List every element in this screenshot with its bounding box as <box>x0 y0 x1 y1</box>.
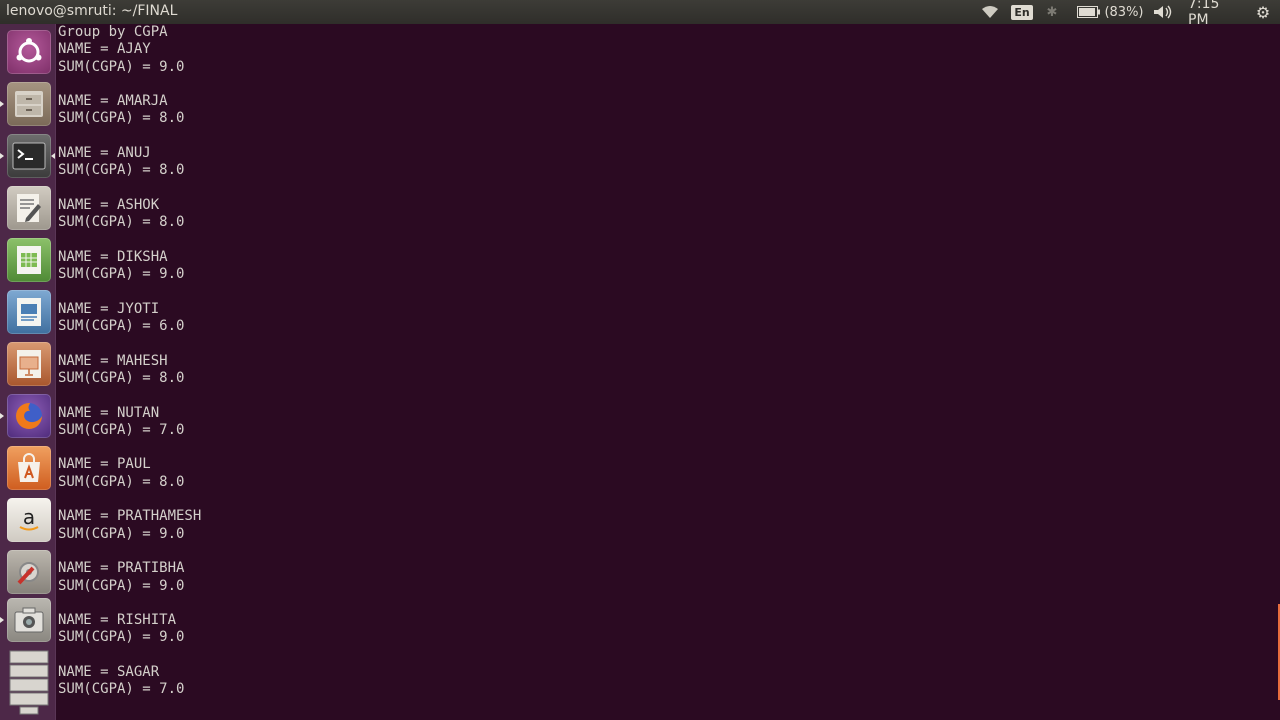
record-sum-line: SUM(CGPA) = 9.0 <box>58 58 185 75</box>
terminal-icon <box>12 142 46 170</box>
launcher-system-settings[interactable] <box>7 550 51 594</box>
top-panel: lenovo@smruti: ~/FINAL En ✱ (83%) 7:15 P… <box>0 0 1280 28</box>
record-name-line: NAME = ASHOK <box>58 196 160 213</box>
record-sum-line: SUM(CGPA) = 9.0 <box>58 577 185 594</box>
shopping-bag-icon <box>18 453 40 482</box>
terminal-output: Group by CGPA NAME = AJAY SUM(CGPA) = 9.0 N… <box>57 24 1280 699</box>
record-sum-line: SUM(CGPA) = 8.0 <box>58 473 185 490</box>
record-name-line: NAME = DIKSHA <box>58 248 168 265</box>
record-name-line: NAME = MAHESH <box>58 352 168 369</box>
svg-text:a: a <box>23 505 35 529</box>
launcher-amazon[interactable]: a <box>7 498 51 542</box>
record-name-line: NAME = NUTAN <box>58 404 160 421</box>
keyboard-layout-label: En <box>1011 4 1033 20</box>
launcher-software-center[interactable] <box>7 446 51 490</box>
launcher-files[interactable] <box>7 82 51 126</box>
running-indicator <box>0 413 4 419</box>
record-name-line: NAME = ANUJ <box>58 145 151 162</box>
launcher-text-editor[interactable] <box>7 186 51 230</box>
wifi-icon[interactable] <box>978 0 1002 24</box>
keyboard-layout-indicator[interactable]: En <box>1011 0 1033 24</box>
clock[interactable]: 7:15 PM <box>1188 0 1244 28</box>
record-sum-line: SUM(CGPA) = 8.0 <box>58 162 185 179</box>
record-name-line: NAME = PRATIBHA <box>58 560 185 577</box>
record-name-line: NAME = SAGAR <box>58 663 160 680</box>
record-sum-line: SUM(CGPA) = 9.0 <box>58 266 185 283</box>
camera-icon <box>14 607 44 633</box>
record-name-line: NAME = RISHITA <box>58 612 177 629</box>
record-sum-line: SUM(CGPA) = 8.0 <box>58 214 185 231</box>
record-sum-line: SUM(CGPA) = 7.0 <box>58 681 185 698</box>
battery-icon[interactable] <box>1074 0 1104 24</box>
launcher-firefox[interactable] <box>7 394 51 438</box>
file-cabinet-icon <box>15 91 43 117</box>
document-icon <box>17 298 41 326</box>
launcher-screenshot[interactable] <box>7 598 51 642</box>
record-sum-line: SUM(CGPA) = 8.0 <box>58 110 185 127</box>
ubuntu-logo-icon <box>16 38 42 63</box>
record-sum-line: SUM(CGPA) = 9.0 <box>58 525 185 542</box>
spreadsheet-icon <box>17 246 41 274</box>
record-name-line: NAME = PRATHAMESH <box>58 508 202 525</box>
record-sum-line: SUM(CGPA) = 7.0 <box>58 421 185 438</box>
focused-indicator <box>51 153 55 159</box>
amazon-icon: a <box>19 505 39 531</box>
firefox-icon <box>16 403 42 429</box>
running-indicator <box>0 101 4 107</box>
record-name-line: NAME = PAUL <box>58 456 151 473</box>
record-sum-line: SUM(CGPA) = 8.0 <box>58 369 185 386</box>
launcher-impress[interactable] <box>7 342 51 386</box>
presentation-icon <box>17 350 41 378</box>
terminal-window[interactable]: Group by CGPA NAME = AJAY SUM(CGPA) = 9.0 N… <box>57 24 1280 720</box>
battery-percent: (83%) <box>1104 4 1144 20</box>
record-name-line: NAME = JYOTI <box>58 300 160 317</box>
text-editor-icon <box>17 194 41 222</box>
settings-wrench-icon <box>17 562 39 585</box>
output-header-line: Group by CGPA <box>58 24 168 40</box>
bluetooth-icon[interactable]: ✱ <box>1042 0 1062 24</box>
record-name-line: NAME = AMARJA <box>58 93 168 110</box>
workspaces-icon <box>9 650 49 715</box>
running-indicator <box>0 153 4 159</box>
session-gear-icon[interactable]: ⚙ <box>1250 0 1276 24</box>
volume-icon[interactable] <box>1150 0 1176 24</box>
running-indicator <box>0 617 4 623</box>
launcher-ubuntu-dash[interactable] <box>7 30 51 74</box>
launcher-calc[interactable] <box>7 238 51 282</box>
window-title: lenovo@smruti: ~/FINAL <box>6 3 178 19</box>
launcher-writer[interactable] <box>7 290 51 334</box>
record-sum-line: SUM(CGPA) = 6.0 <box>58 318 185 335</box>
record-name-line: NAME = AJAY <box>58 41 151 58</box>
launcher-workspaces[interactable] <box>7 648 51 716</box>
record-sum-line: SUM(CGPA) = 9.0 <box>58 629 185 646</box>
launcher-terminal[interactable] <box>7 134 51 178</box>
launcher: a <box>0 24 56 720</box>
